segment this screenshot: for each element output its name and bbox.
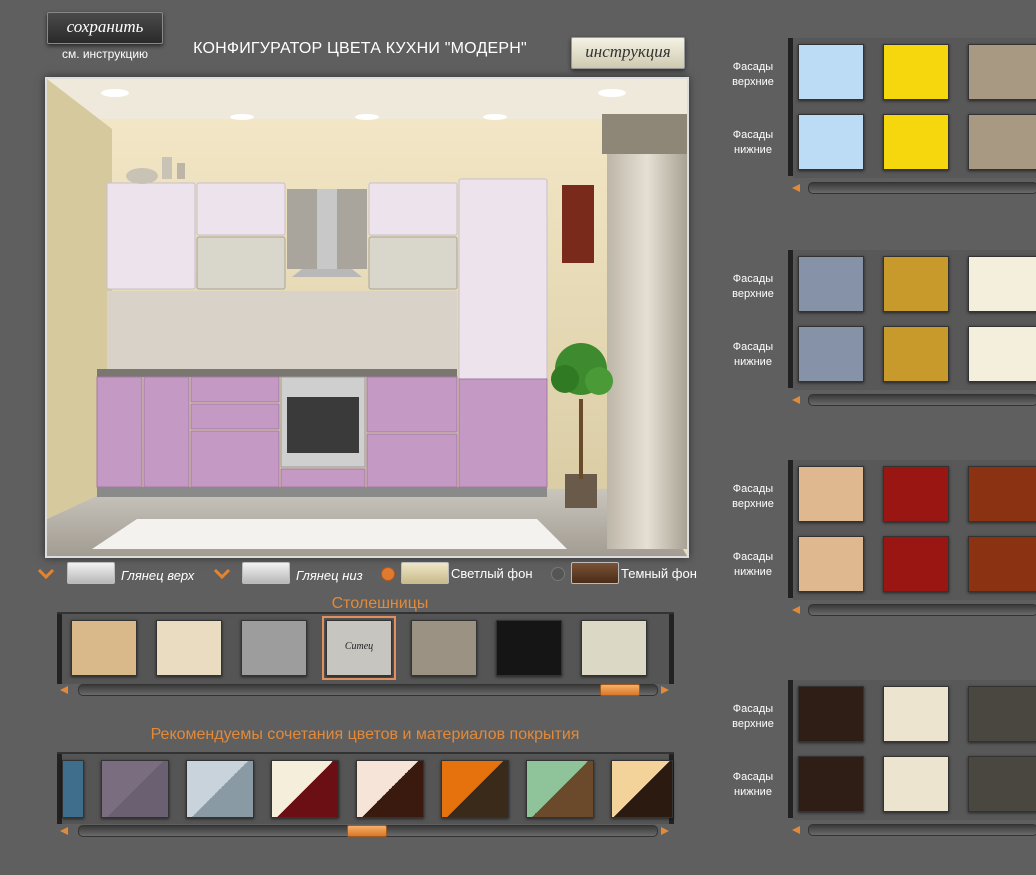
lower-facade-swatch[interactable] <box>968 326 1036 382</box>
upper-facade-swatch[interactable] <box>968 256 1036 312</box>
instruction-button[interactable]: инструкция <box>571 37 685 69</box>
facade-scrollbar[interactable] <box>808 182 1036 194</box>
upper-facade-swatch[interactable] <box>883 44 949 100</box>
lower-facade-swatch[interactable] <box>968 756 1036 812</box>
chevron-down-icon[interactable] <box>213 567 231 586</box>
scroll-left-icon[interactable] <box>792 396 800 404</box>
scroll-right-icon[interactable] <box>661 827 669 835</box>
save-hint: см. инструкцию <box>61 47 149 61</box>
dark-bg-radio[interactable] <box>551 567 565 581</box>
countertop-swatch[interactable] <box>156 620 222 676</box>
upper-facade-swatch[interactable] <box>883 256 949 312</box>
lower-facade-swatch[interactable] <box>968 114 1036 170</box>
combos-scroll-thumb[interactable] <box>347 825 387 837</box>
lower-facade-swatch[interactable] <box>968 536 1036 592</box>
lower-gloss-swatch[interactable] <box>242 562 290 584</box>
facade-upper-label: Фасады верхние <box>732 703 774 730</box>
scroll-left-icon[interactable] <box>792 184 800 192</box>
combo-swatch[interactable] <box>101 760 169 818</box>
combos-title: Рекомендуемы сочетания цветов и материал… <box>150 726 580 743</box>
combo-swatch[interactable] <box>62 760 84 818</box>
upper-facade-swatch[interactable] <box>968 466 1036 522</box>
lower-facade-swatch[interactable] <box>883 536 949 592</box>
upper-facade-swatch[interactable] <box>798 256 864 312</box>
facade-upper-label: Фасады верхние <box>732 483 774 510</box>
page-title: КОНФИГУРАТОР ЦВЕТА КУХНИ "МОДЕРН" <box>193 40 527 57</box>
countertop-swatch[interactable] <box>496 620 562 676</box>
scroll-left-icon[interactable] <box>60 827 68 835</box>
scroll-left-icon[interactable] <box>60 686 68 694</box>
lower-facade-swatch[interactable] <box>883 756 949 812</box>
combo-swatch[interactable] <box>441 760 509 818</box>
facade-scrollbar[interactable] <box>808 824 1036 836</box>
upper-gloss-swatch[interactable] <box>67 562 115 584</box>
facade-lower-label: Фасады нижние <box>732 771 774 798</box>
countertop-swatch[interactable] <box>411 620 477 676</box>
scroll-right-icon[interactable] <box>661 686 669 694</box>
countertops-scroll-thumb[interactable] <box>599 684 640 696</box>
facade-upper-label: Фасады верхние <box>732 273 774 300</box>
facade-lower-label: Фасады нижние <box>732 129 774 156</box>
upper-facade-swatch[interactable] <box>883 686 949 742</box>
lower-facade-swatch[interactable] <box>798 114 864 170</box>
combo-swatch[interactable] <box>526 760 594 818</box>
upper-facade-swatch[interactable] <box>798 466 864 522</box>
countertop-swatch[interactable] <box>71 620 137 676</box>
lower-facade-swatch[interactable] <box>798 756 864 812</box>
scroll-left-icon[interactable] <box>792 826 800 834</box>
combo-swatch[interactable] <box>611 760 673 818</box>
facade-scrollbar[interactable] <box>808 394 1036 406</box>
countertop-swatch[interactable] <box>241 620 307 676</box>
combo-swatch[interactable] <box>186 760 254 818</box>
countertop-swatch[interactable]: Ситец <box>322 616 396 680</box>
lower-facade-swatch[interactable] <box>798 326 864 382</box>
upper-facade-swatch[interactable] <box>798 44 864 100</box>
lower-facade-swatch[interactable] <box>883 326 949 382</box>
facade-lower-label: Фасады нижние <box>732 551 774 578</box>
countertop-swatch[interactable] <box>581 620 647 676</box>
lower-facade-swatch[interactable] <box>798 536 864 592</box>
facade-scrollbar[interactable] <box>808 604 1036 616</box>
selected-countertop-label: Ситец <box>344 641 374 652</box>
light-bg-label: Светлый фон <box>451 566 533 581</box>
dark-bg-label: Темный фон <box>621 566 697 581</box>
upper-facade-swatch[interactable] <box>798 686 864 742</box>
scroll-left-icon[interactable] <box>792 606 800 614</box>
lower-facade-swatch[interactable] <box>883 114 949 170</box>
kitchen-render <box>47 79 687 556</box>
countertops-title: Столешницы <box>331 595 429 612</box>
light-bg-radio[interactable] <box>381 567 395 581</box>
facade-upper-label: Фасады верхние <box>732 61 774 88</box>
upper-facade-swatch[interactable] <box>968 44 1036 100</box>
dark-bg-swatch[interactable] <box>571 562 619 584</box>
combo-swatch[interactable] <box>356 760 424 818</box>
chevron-down-icon[interactable] <box>37 567 55 586</box>
countertops-scrollbar[interactable] <box>78 684 658 696</box>
upper-gloss-label: Глянец верх <box>121 568 195 583</box>
kitchen-preview <box>45 77 689 558</box>
upper-facade-swatch[interactable] <box>883 466 949 522</box>
lower-gloss-label: Глянец низ <box>296 568 363 583</box>
light-bg-swatch[interactable] <box>401 562 449 584</box>
upper-facade-swatch[interactable] <box>968 686 1036 742</box>
save-button[interactable]: сохранить <box>47 12 163 44</box>
facade-lower-label: Фасады нижние <box>732 341 774 368</box>
combo-swatch[interactable] <box>271 760 339 818</box>
